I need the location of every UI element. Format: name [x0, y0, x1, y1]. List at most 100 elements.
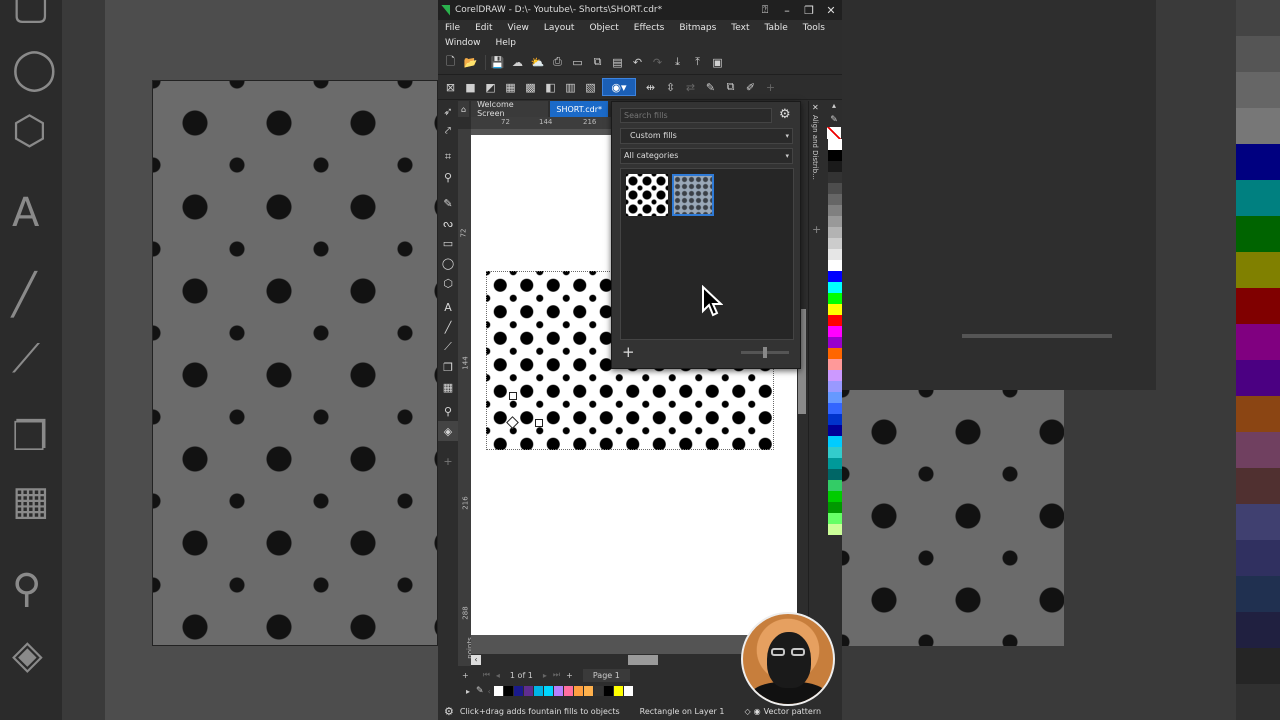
color-swatch[interactable] [828, 183, 842, 194]
new-document-icon[interactable]: 🗋 [442, 54, 459, 71]
menu-help[interactable]: Help [496, 38, 517, 48]
add-page-icon[interactable]: + [462, 671, 469, 680]
export-pdf-icon[interactable]: ▣ [709, 54, 726, 71]
copy-icon[interactable]: ⧉ [589, 54, 606, 71]
docker-add-icon[interactable]: + [812, 223, 821, 236]
restore-button[interactable]: ❐ [798, 4, 820, 17]
color-swatch[interactable] [828, 304, 842, 315]
interactive-fill-icon[interactable]: ◈ [438, 421, 458, 441]
color-swatch[interactable] [828, 469, 842, 480]
menu-table[interactable]: Table [764, 23, 787, 33]
color-swatch[interactable] [523, 686, 533, 696]
color-swatch[interactable] [828, 359, 842, 370]
color-swatch[interactable] [828, 161, 842, 172]
ellipse-tool-icon[interactable]: ◯ [438, 253, 458, 273]
connector-tool-icon[interactable]: ⟋ [438, 337, 458, 357]
color-swatch[interactable] [828, 238, 842, 249]
color-swatch[interactable] [828, 271, 842, 282]
crop-tool-icon[interactable]: ⌗ [438, 147, 458, 167]
color-swatch[interactable] [828, 458, 842, 469]
menu-effects[interactable]: Effects [634, 23, 665, 33]
color-swatch[interactable] [828, 414, 842, 425]
color-swatch[interactable] [828, 524, 842, 535]
text-tool-icon[interactable]: A [438, 297, 458, 317]
color-swatch[interactable] [828, 403, 842, 414]
undo-icon[interactable]: ↶ [629, 54, 646, 71]
shape-tool-icon[interactable]: ⤤ [438, 121, 458, 141]
color-swatch[interactable] [828, 194, 842, 205]
palette-eyedropper-icon[interactable]: ✎ [476, 686, 484, 696]
no-fill-icon[interactable]: ⊠ [442, 79, 459, 96]
color-swatch[interactable] [828, 282, 842, 293]
open-icon[interactable]: 📂 [462, 54, 479, 71]
parallel-dimension-icon[interactable]: ╱ [438, 317, 458, 337]
menu-file[interactable]: File [445, 23, 460, 33]
color-swatch[interactable] [828, 502, 842, 513]
color-swatch[interactable] [828, 293, 842, 304]
add-page-after-icon[interactable]: + [566, 671, 573, 680]
menu-object[interactable]: Object [589, 23, 618, 33]
two-color-pattern-icon[interactable]: ◧ [542, 79, 559, 96]
freehand-tool-icon[interactable]: ✎ [438, 193, 458, 213]
palette-expand-icon[interactable]: ▸ [466, 687, 470, 696]
menu-bitmaps[interactable]: Bitmaps [679, 23, 716, 33]
palette-scroll-left-icon[interactable]: ‹ [488, 687, 491, 696]
rectangle-tool-icon[interactable]: ▭ [438, 233, 458, 253]
color-swatch[interactable] [828, 172, 842, 183]
fill-source-dropdown[interactable]: Custom fills ▾ [620, 128, 793, 144]
settings-gear-icon[interactable]: ⚙ [444, 705, 454, 718]
menu-layout[interactable]: Layout [544, 23, 575, 33]
color-swatch[interactable] [828, 436, 842, 447]
freehand-pick-icon[interactable]: ✎ [702, 79, 719, 96]
mirror-horizontal-icon[interactable]: ⇹ [642, 79, 659, 96]
pattern-handle-square[interactable] [535, 419, 543, 427]
slider-knob[interactable] [763, 347, 767, 358]
postscript-fill-icon[interactable]: ▧ [582, 79, 599, 96]
color-swatch[interactable] [828, 513, 842, 524]
color-swatch[interactable] [493, 686, 503, 696]
color-swatch[interactable] [828, 370, 842, 381]
color-swatch[interactable] [828, 150, 842, 161]
add-fill-button[interactable]: + [622, 343, 635, 361]
texture-fill-icon[interactable]: ▥ [562, 79, 579, 96]
add-property-icon[interactable]: + [762, 79, 779, 96]
help-icon[interactable]: ⍰ [754, 3, 776, 17]
artistic-media-icon[interactable]: ᔓ [438, 213, 458, 233]
previous-page-icon[interactable]: ◂ [496, 671, 500, 680]
color-swatch[interactable] [623, 686, 633, 696]
fountain-fill-icon[interactable]: ◩ [482, 79, 499, 96]
docker-close-icon[interactable]: ✕ [812, 103, 819, 112]
pick-tool-icon[interactable]: ➶ [438, 101, 458, 121]
horizontal-scroll-thumb[interactable] [628, 655, 658, 665]
thumbnail-size-slider[interactable] [741, 347, 789, 358]
transform-with-object-icon[interactable]: ⇄ [682, 79, 699, 96]
tab-page-1[interactable]: Page 1 [582, 668, 630, 682]
color-swatch[interactable] [828, 326, 842, 337]
home-icon[interactable]: ⌂ [458, 101, 470, 117]
color-swatch[interactable] [553, 686, 563, 696]
fill-thumbnail-selected[interactable] [672, 174, 714, 216]
menu-edit[interactable]: Edit [475, 23, 492, 33]
color-swatch[interactable] [828, 337, 842, 348]
redo-icon[interactable]: ↷ [649, 54, 666, 71]
cloud-icon[interactable]: ⛅ [529, 54, 546, 71]
pattern-handle-square[interactable] [509, 392, 517, 400]
first-page-icon[interactable]: ⏮ [483, 670, 490, 680]
cut-icon[interactable]: ▭ [569, 54, 586, 71]
export-icon[interactable]: ⤒ [689, 54, 706, 71]
uniform-fill-icon[interactable]: ■ [462, 79, 479, 96]
search-fills-input[interactable] [620, 108, 772, 123]
print-icon[interactable]: ⎙ [549, 54, 566, 71]
menu-window[interactable]: Window [445, 38, 481, 48]
fill-picker-button[interactable]: ◉ ▾ [602, 78, 636, 96]
tab-document[interactable]: SHORT.cdr* [550, 101, 608, 117]
scroll-left-icon[interactable]: ‹ [471, 655, 481, 665]
pattern-handle-diamond[interactable] [506, 416, 519, 429]
zoom-tool-icon[interactable]: ⚲ [438, 167, 458, 187]
color-swatch[interactable] [828, 205, 842, 216]
color-swatch[interactable] [828, 381, 842, 392]
color-swatch[interactable] [828, 227, 842, 238]
color-swatch[interactable] [543, 686, 553, 696]
minimize-button[interactable]: – [776, 4, 798, 17]
palette-up-icon[interactable]: ▴ [827, 101, 841, 115]
